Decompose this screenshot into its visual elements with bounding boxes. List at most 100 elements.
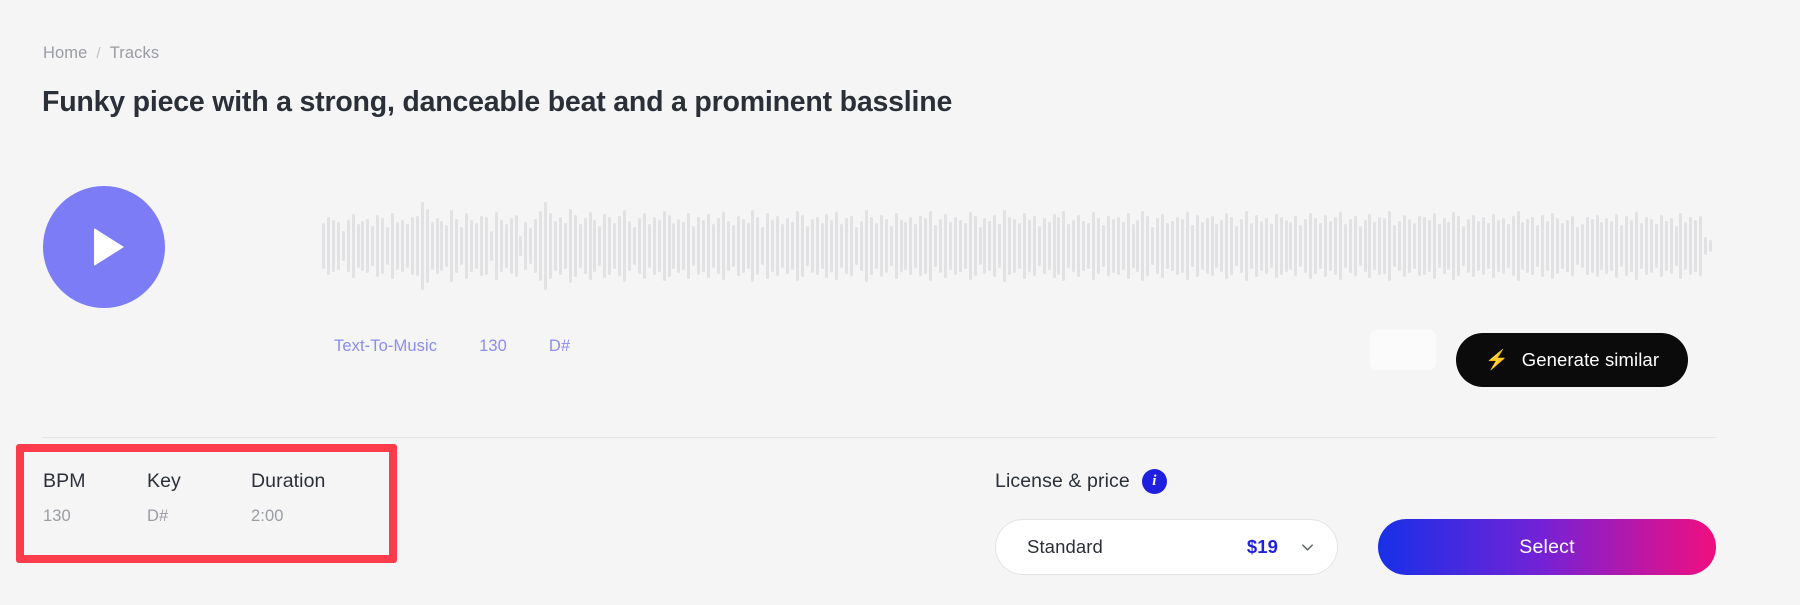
waveform-bar <box>544 202 548 290</box>
waveform-bar <box>697 217 701 275</box>
waveform-bar <box>1027 220 1031 272</box>
waveform-bar <box>1585 217 1589 275</box>
waveform-bar <box>692 226 696 266</box>
tag-text-to-music[interactable]: Text-To-Music <box>334 337 437 356</box>
waveform-bar <box>356 224 360 268</box>
meta-value-bpm: 130 <box>43 507 71 525</box>
waveform-bar <box>929 211 933 281</box>
waveform-bar <box>1684 222 1688 270</box>
waveform-bar <box>1003 210 1007 282</box>
waveform-bar <box>1363 220 1367 272</box>
waveform-bar <box>366 219 370 273</box>
waveform-bar <box>909 217 913 275</box>
waveform-bar <box>707 214 711 278</box>
waveform-bar <box>1299 225 1303 267</box>
waveform-bar <box>731 225 735 267</box>
select-button[interactable]: Select <box>1378 519 1716 575</box>
breadcrumb-separator: / <box>96 45 101 62</box>
waveform-bar <box>1541 215 1545 277</box>
meta-value-duration: 2:00 <box>251 507 284 525</box>
waveform-bar <box>1274 214 1278 278</box>
generate-similar-button[interactable]: ⚡ Generate similar <box>1456 333 1689 387</box>
waveform-bar <box>1610 221 1614 271</box>
waveform-bar <box>1077 215 1081 277</box>
waveform-bar <box>1225 213 1229 279</box>
lightning-bolt-icon: ⚡ <box>1485 349 1509 371</box>
waveform-bar <box>1447 222 1451 270</box>
waveform-bar <box>1615 214 1619 278</box>
waveform-bar <box>776 216 780 276</box>
waveform-bar <box>1496 220 1500 272</box>
waveform-bar <box>736 216 740 276</box>
waveform-bar <box>1669 218 1673 274</box>
meta-label-bpm: BPM <box>43 470 86 492</box>
waveform-bar <box>1151 227 1155 265</box>
waveform-bar <box>687 213 691 279</box>
waveform-bar <box>558 217 562 275</box>
info-icon[interactable]: i <box>1141 469 1167 494</box>
waveform-bar <box>1565 220 1569 272</box>
waveform-bar <box>771 220 775 272</box>
tag-bpm[interactable]: 130 <box>479 337 507 356</box>
waveform-bar <box>968 212 972 280</box>
waveform-bar <box>381 218 385 274</box>
waveform-bar <box>830 220 834 272</box>
waveform-bar <box>618 216 622 276</box>
waveform-bar <box>534 219 538 273</box>
meta-column-bpm: BPM 130 <box>43 470 147 526</box>
waveform-bar <box>845 218 849 274</box>
license-select-dropdown[interactable]: Standard $19 <box>995 519 1338 575</box>
breadcrumb-item-tracks[interactable]: Tracks <box>110 44 160 63</box>
waveform-bar <box>1654 224 1658 268</box>
waveform-bar <box>855 227 859 265</box>
play-icon <box>94 228 124 266</box>
waveform-bar <box>953 217 957 275</box>
waveform-bar <box>410 217 414 275</box>
waveform-bar <box>1338 212 1342 280</box>
waveform-bar <box>1674 226 1678 266</box>
waveform-bar <box>1141 211 1145 281</box>
waveform-bar <box>1101 225 1105 267</box>
waveform-bar <box>1457 216 1461 276</box>
waveform-bar <box>1649 219 1653 273</box>
waveform-bar <box>1452 212 1456 280</box>
waveform-bar <box>331 220 335 272</box>
waveform-bar <box>1200 222 1204 270</box>
waveform-bar <box>1289 222 1293 270</box>
waveform-bar <box>549 213 553 279</box>
waveform-bar <box>1709 240 1713 252</box>
waveform-bar <box>1082 221 1086 271</box>
waveform-bar <box>973 216 977 276</box>
waveform-bar <box>1220 220 1224 272</box>
waveform-bar <box>1694 220 1698 272</box>
meta-label-duration: Duration <box>251 470 326 492</box>
waveform-bar <box>1319 223 1323 269</box>
waveform-bar <box>1639 223 1643 269</box>
waveform-bar <box>460 227 464 265</box>
waveform-bar <box>1407 219 1411 273</box>
waveform-bar <box>376 215 380 277</box>
waveform-bar <box>850 216 854 276</box>
waveform-bar <box>1111 219 1115 273</box>
waveform-bar <box>1333 217 1337 275</box>
waveform-bar <box>810 219 814 273</box>
play-button[interactable] <box>43 186 165 308</box>
waveform-bar <box>1516 211 1520 281</box>
waveform-bar <box>820 223 824 269</box>
waveform-bar <box>1018 223 1021 269</box>
waveform-bar <box>1437 224 1441 268</box>
waveform[interactable] <box>322 186 1714 306</box>
waveform-bar <box>924 218 928 274</box>
generate-similar-label: Generate similar <box>1521 349 1660 370</box>
waveform-bar <box>1373 222 1377 270</box>
waveform-bar <box>1067 224 1071 268</box>
breadcrumb-item-home[interactable]: Home <box>43 44 87 63</box>
waveform-bar <box>405 224 409 268</box>
waveform-bar <box>1259 221 1263 271</box>
waveform-bar <box>716 218 720 274</box>
waveform-bar <box>573 215 577 277</box>
waveform-bar <box>430 222 434 270</box>
waveform-bar <box>672 223 676 269</box>
tag-key[interactable]: D# <box>549 337 570 356</box>
waveform-bar <box>889 226 893 266</box>
